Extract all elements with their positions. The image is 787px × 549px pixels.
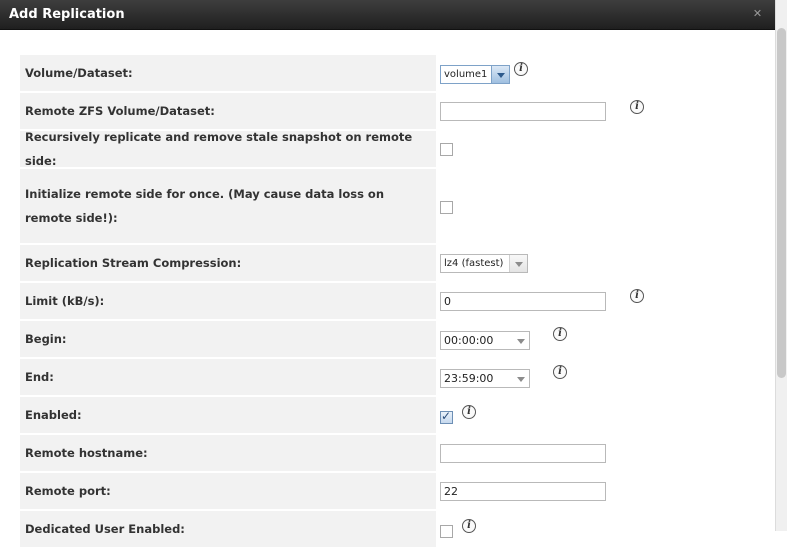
info-icon[interactable]: i	[630, 100, 644, 114]
checkmark-icon: ✓	[441, 409, 452, 423]
row-initialize: Initialize remote side for once. (May ca…	[20, 169, 760, 243]
row-recursive: Recursively replicate and remove stale s…	[20, 130, 760, 168]
recursive-checkbox[interactable]	[440, 143, 453, 156]
row-volume-dataset: Volume/Dataset: volume1 i	[20, 55, 760, 91]
info-icon[interactable]: i	[553, 327, 567, 341]
end-label: End:	[20, 359, 436, 395]
recursive-label: Recursively replicate and remove stale s…	[20, 130, 436, 168]
chevron-down-icon[interactable]	[512, 332, 529, 349]
remote-port-input[interactable]	[440, 482, 606, 501]
enabled-checkbox[interactable]: ✓	[440, 409, 453, 424]
row-remote-zfs: Remote ZFS Volume/Dataset: i	[20, 93, 760, 129]
dialog-titlebar: Add Replication ✕	[0, 0, 775, 30]
info-icon[interactable]: i	[553, 365, 567, 379]
scrollbar-thumb[interactable]	[777, 28, 786, 378]
row-dedicated-user: Dedicated User Enabled: i	[20, 511, 760, 547]
remote-port-label: Remote port:	[20, 473, 436, 509]
initialize-checkbox[interactable]	[440, 201, 453, 214]
replication-form: Volume/Dataset: volume1 i Remote ZFS Vol…	[20, 55, 760, 549]
dialog-title: Add Replication	[9, 7, 125, 22]
compression-select[interactable]: lz4 (fastest)	[440, 254, 528, 273]
row-begin: Begin: 00:00:00 i	[20, 321, 760, 357]
compression-value: lz4 (fastest)	[444, 258, 504, 269]
remote-zfs-input[interactable]	[440, 102, 606, 121]
volume-dataset-value: volume1	[444, 69, 488, 80]
limit-input[interactable]	[440, 292, 606, 311]
info-icon[interactable]: i	[630, 289, 644, 303]
remote-zfs-label: Remote ZFS Volume/Dataset:	[20, 93, 436, 129]
row-enabled: Enabled: ✓ i	[20, 397, 760, 433]
end-select[interactable]: 23:59:00	[440, 369, 530, 388]
enabled-label: Enabled:	[20, 397, 436, 433]
dedicated-user-label: Dedicated User Enabled:	[20, 511, 436, 547]
begin-select[interactable]: 00:00:00	[440, 331, 530, 350]
dedicated-user-checkbox[interactable]	[440, 525, 453, 538]
limit-label: Limit (kB/s):	[20, 283, 436, 319]
initialize-label: Initialize remote side for once. (May ca…	[20, 169, 436, 243]
begin-value: 00:00:00	[444, 334, 494, 347]
chevron-down-icon[interactable]	[512, 370, 529, 387]
vertical-scrollbar[interactable]	[775, 0, 787, 531]
row-limit: Limit (kB/s): i	[20, 283, 760, 319]
info-icon[interactable]: i	[514, 62, 528, 76]
close-icon[interactable]: ✕	[752, 8, 763, 19]
chevron-down-icon[interactable]	[491, 66, 509, 83]
info-icon[interactable]: i	[462, 405, 476, 419]
row-end: End: 23:59:00 i	[20, 359, 760, 395]
volume-dataset-label: Volume/Dataset:	[20, 55, 436, 91]
row-compression: Replication Stream Compression: lz4 (fas…	[20, 245, 760, 281]
volume-dataset-select[interactable]: volume1	[440, 65, 510, 84]
end-value: 23:59:00	[444, 372, 494, 385]
row-remote-port: Remote port:	[20, 473, 760, 509]
row-remote-hostname: Remote hostname:	[20, 435, 760, 471]
remote-hostname-input[interactable]	[440, 444, 606, 463]
begin-label: Begin:	[20, 321, 436, 357]
remote-hostname-label: Remote hostname:	[20, 435, 436, 471]
compression-label: Replication Stream Compression:	[20, 245, 436, 281]
chevron-down-icon[interactable]	[509, 255, 527, 272]
